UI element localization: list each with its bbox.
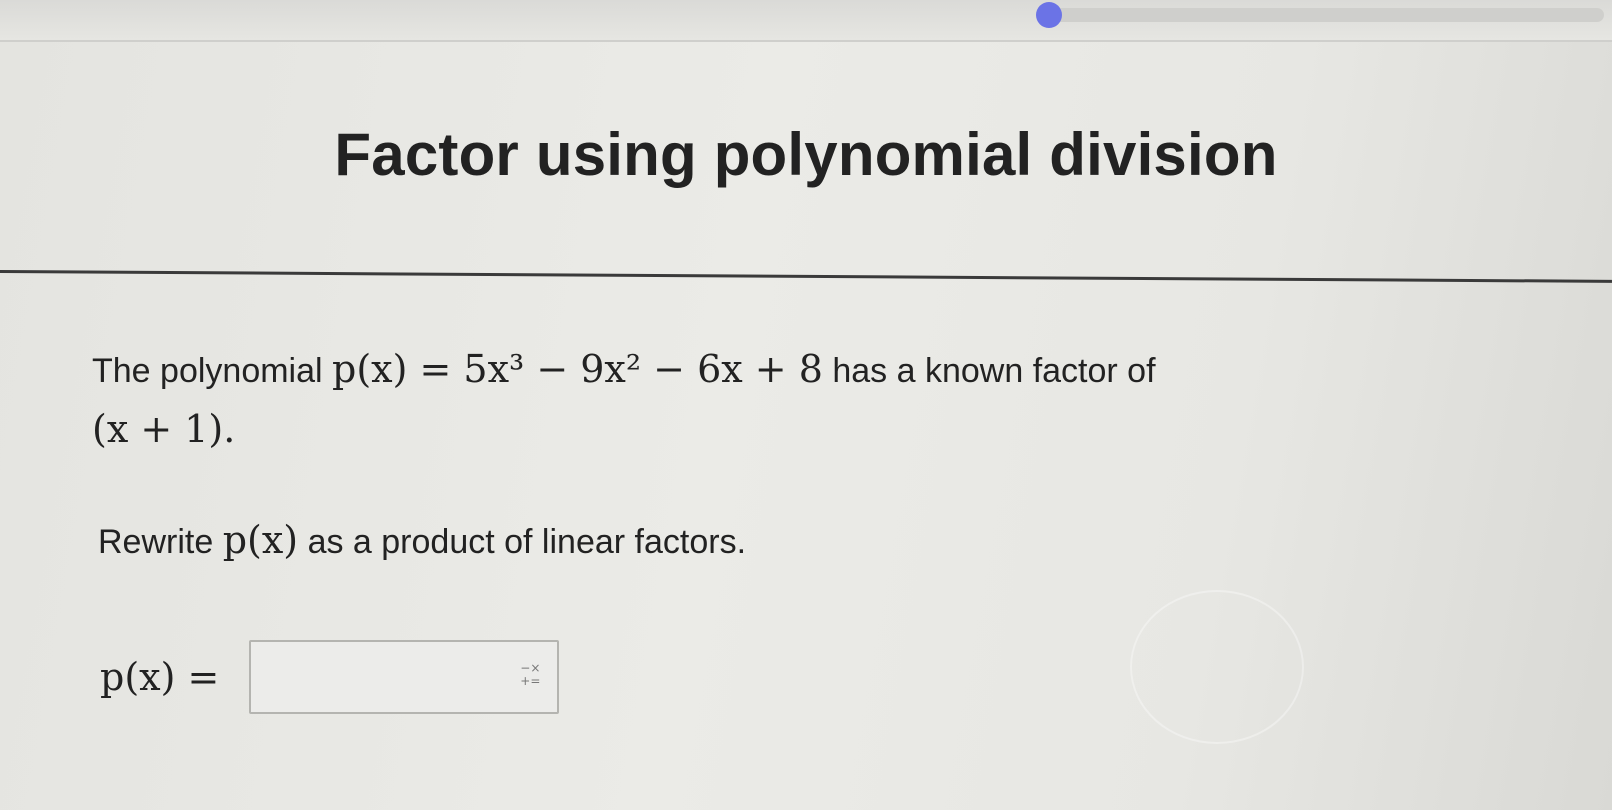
question-intro: The polynomial	[92, 352, 323, 390]
progress-track	[1044, 8, 1604, 22]
answer-row: p(x) = −× +=	[100, 640, 560, 714]
polynomial-expression: p(x) = 5x³ − 9x² − 6x + 8	[332, 347, 823, 391]
math-keypad-icon[interactable]: −× +=	[519, 662, 541, 690]
page-title: Factor using polynomial division	[334, 121, 1278, 188]
instruction-text: Rewrite p(x) as a product of linear fact…	[98, 518, 746, 562]
instruction-suffix: as a product of linear factors.	[307, 523, 747, 561]
top-divider	[0, 40, 1612, 42]
progress-indicator	[1036, 2, 1062, 28]
answer-input[interactable]: −× +=	[249, 640, 560, 714]
question-text: The polynomial p(x) = 5x³ − 9x² − 6x + 8…	[92, 340, 1512, 460]
known-factor-text: has a known factor of	[832, 352, 1156, 390]
keypad-symbols-bottom: +=	[520, 674, 541, 688]
section-divider	[0, 270, 1612, 283]
factor-expression: (x + 1).	[92, 407, 236, 451]
answer-label: p(x) =	[100, 655, 220, 699]
instruction-prefix: Rewrite	[98, 523, 214, 561]
screen-glare	[1130, 590, 1304, 744]
instruction-function: p(x)	[222, 518, 299, 562]
